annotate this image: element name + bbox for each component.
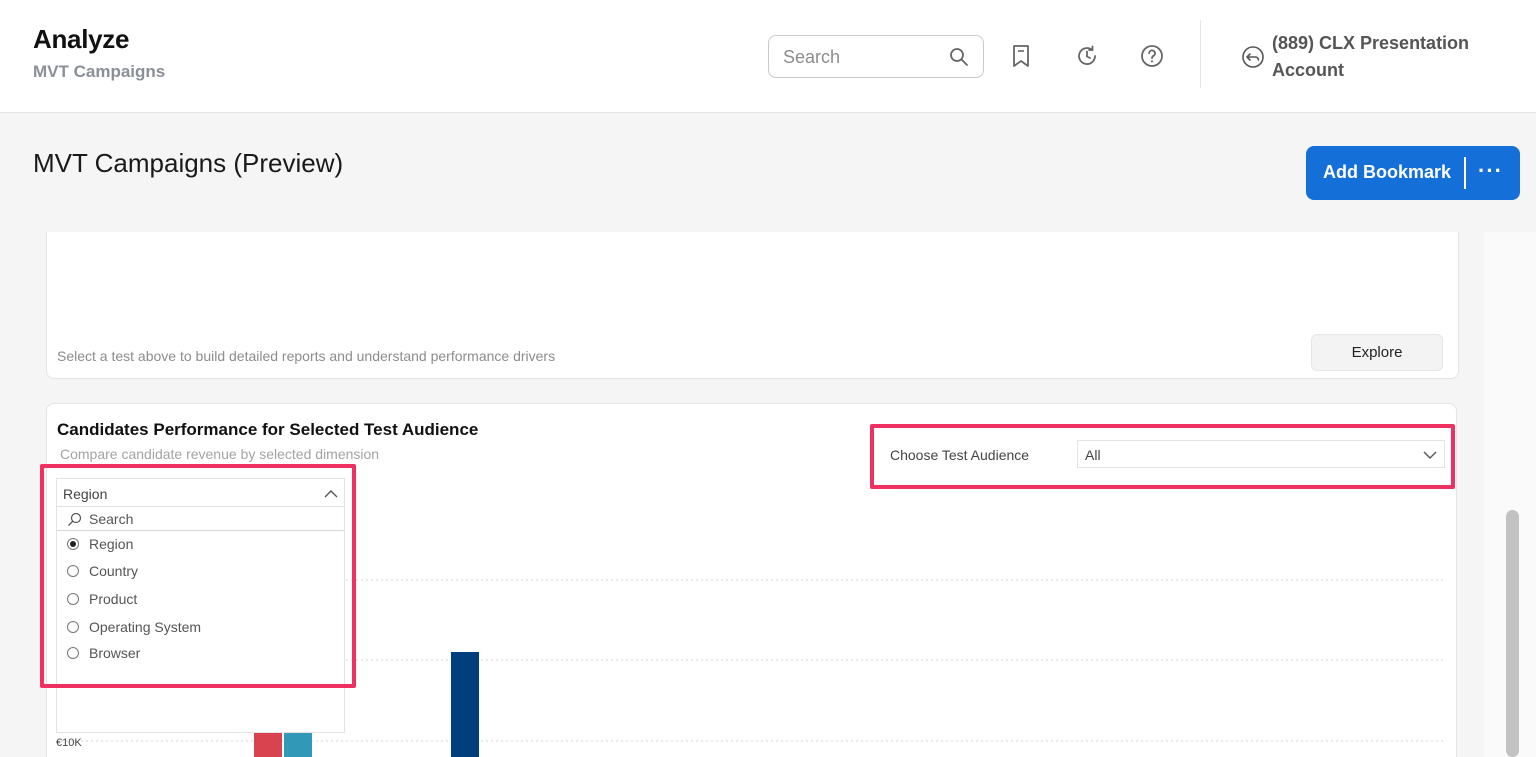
account-name[interactable]: (889) CLX Presentation Account <box>1272 30 1512 84</box>
radio-button[interactable] <box>67 593 79 605</box>
card-title: Candidates Performance for Selected Test… <box>57 420 479 439</box>
bar-navy <box>451 652 479 757</box>
test-audience-dropdown[interactable]: All <box>1077 440 1445 468</box>
radio-button[interactable] <box>67 538 79 550</box>
bar-teal <box>284 733 312 757</box>
dimension-option-label: Country <box>89 563 139 579</box>
dimension-option-browser[interactable]: Browser <box>57 642 344 664</box>
test-hint-text: Select a test above to build detailed re… <box>57 348 556 364</box>
bar-red <box>254 733 282 757</box>
test-selection-card: Select a test above to build detailed re… <box>46 232 1459 379</box>
test-audience-label: Choose Test Audience <box>890 447 1030 463</box>
app-subtitle: MVT Campaigns <box>33 62 166 81</box>
switch-account-icon[interactable] <box>1241 45 1265 69</box>
bookmark-icon[interactable] <box>1009 44 1033 68</box>
card-subtitle: Compare candidate revenue by selected di… <box>60 446 380 462</box>
dimension-option-label: Product <box>89 591 138 607</box>
global-search-input[interactable] <box>783 45 943 69</box>
app-title: Analyze <box>33 24 130 54</box>
y-tick-label: €10K <box>56 737 82 749</box>
top-header: Analyze MVT Campaigns (889) CLX Presenta… <box>0 0 1536 113</box>
dimension-search[interactable] <box>57 507 344 531</box>
test-audience-selector: Choose Test Audience All <box>880 440 1446 468</box>
dimension-search-input[interactable] <box>89 509 329 529</box>
dimension-option-country[interactable]: Country <box>57 560 344 582</box>
dimension-option-region[interactable]: Region <box>57 533 344 555</box>
add-bookmark-button[interactable]: Add Bookmark ··· <box>1306 146 1520 200</box>
add-bookmark-label[interactable]: Add Bookmark <box>1323 162 1451 183</box>
page-title: MVT Campaigns (Preview) <box>33 148 344 178</box>
dimension-selected-value[interactable]: Region <box>63 486 107 502</box>
help-icon[interactable] <box>1140 44 1164 68</box>
radio-button[interactable] <box>67 621 79 633</box>
dimension-option-label: Browser <box>89 645 141 661</box>
search-icon <box>68 512 82 526</box>
chevron-up-icon[interactable] <box>323 486 339 502</box>
radio-button[interactable] <box>67 565 79 577</box>
dimension-option-label: Region <box>89 536 134 552</box>
header-divider <box>1200 20 1201 88</box>
dimension-dropdown-header[interactable]: Region <box>57 479 344 507</box>
dimension-dropdown[interactable]: Region Region Country Product Operating … <box>56 478 345 733</box>
search-icon[interactable] <box>949 47 969 67</box>
history-icon[interactable] <box>1075 44 1099 68</box>
button-separator <box>1464 157 1466 189</box>
scrollbar-thumb[interactable] <box>1506 510 1519 757</box>
dimension-option-product[interactable]: Product <box>57 588 344 610</box>
radio-button[interactable] <box>67 647 79 659</box>
more-options-button[interactable]: ··· <box>1478 158 1503 184</box>
chevron-down-icon[interactable] <box>1422 447 1438 463</box>
explore-button[interactable]: Explore <box>1311 334 1443 371</box>
dimension-option-operating-system[interactable]: Operating System <box>57 616 344 638</box>
global-search[interactable] <box>768 35 984 78</box>
test-audience-value[interactable]: All <box>1085 447 1101 463</box>
dimension-option-label: Operating System <box>89 619 202 635</box>
